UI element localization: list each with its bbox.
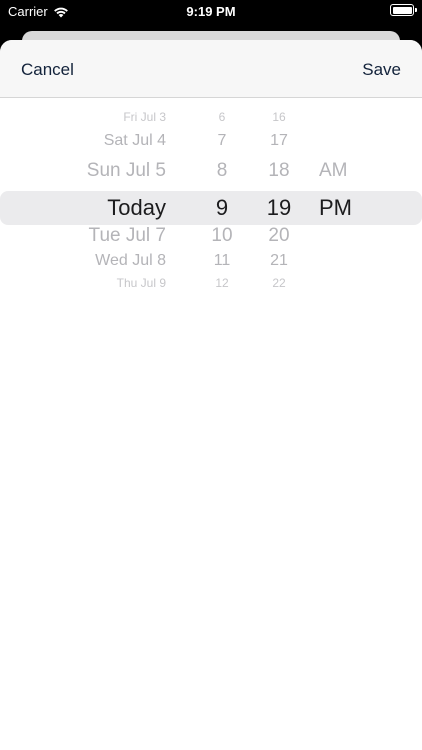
picker-selection-highlight xyxy=(0,191,422,225)
hour-option[interactable]: 10 xyxy=(211,224,232,248)
save-button[interactable]: Save xyxy=(362,60,401,80)
day-option[interactable]: Tue Jul 7 xyxy=(89,224,166,248)
minute-option[interactable]: 18 xyxy=(268,159,289,183)
hour-option[interactable]: 8 xyxy=(217,159,228,183)
hour-option[interactable]: 7 xyxy=(218,131,227,151)
day-option[interactable]: Sat Jul 4 xyxy=(104,131,166,151)
hour-option[interactable]: 11 xyxy=(214,251,231,271)
day-option[interactable]: Wed Jul 8 xyxy=(95,251,166,271)
day-option-selected[interactable]: Today xyxy=(107,191,166,225)
battery-icon xyxy=(390,4,417,16)
minute-option-selected[interactable]: 19 xyxy=(267,191,291,225)
hour-option[interactable]: 6 xyxy=(219,109,226,125)
status-time: 9:19 PM xyxy=(186,4,236,19)
cancel-button[interactable]: Cancel xyxy=(21,60,74,80)
modal-sheet: Cancel Save Fri Jul 3 Sat Jul 4 Sun Jul … xyxy=(0,40,422,750)
hour-option[interactable]: 12 xyxy=(215,275,228,291)
minute-option[interactable]: 17 xyxy=(270,131,288,151)
nav-bar: Cancel Save xyxy=(0,40,422,98)
day-option[interactable]: Sun Jul 5 xyxy=(87,159,166,183)
status-bar: Carrier 9:19 PM xyxy=(0,0,422,26)
day-option[interactable]: Thu Jul 9 xyxy=(117,275,166,291)
hour-option-selected[interactable]: 9 xyxy=(216,191,228,225)
day-option[interactable]: Fri Jul 3 xyxy=(123,109,166,125)
ampm-option-selected[interactable]: PM xyxy=(319,191,352,225)
date-time-picker[interactable]: Fri Jul 3 Sat Jul 4 Sun Jul 5 Today Tue … xyxy=(0,98,422,308)
minute-option[interactable]: 21 xyxy=(270,251,288,271)
minute-option[interactable]: 16 xyxy=(272,109,285,125)
ampm-option[interactable]: AM xyxy=(319,159,348,183)
minute-option[interactable]: 20 xyxy=(268,224,289,248)
minute-option[interactable]: 22 xyxy=(272,275,285,291)
